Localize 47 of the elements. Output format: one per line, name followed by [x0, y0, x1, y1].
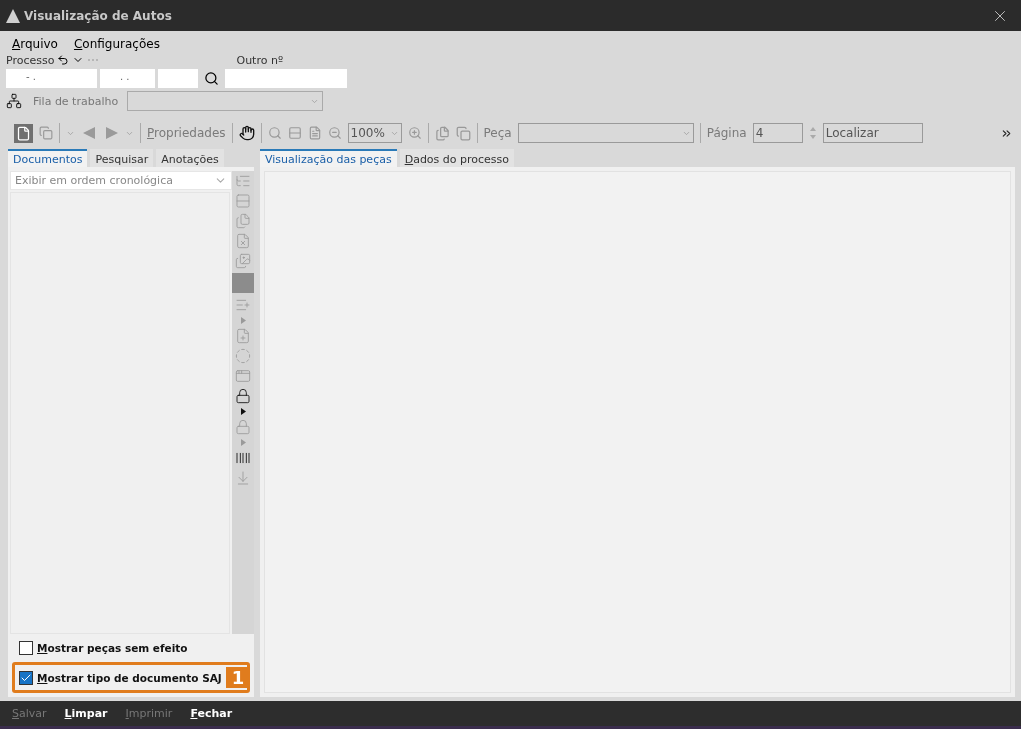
footer-button[interactable]: Fechar	[190, 707, 233, 720]
window-title: Visualização de Autos	[24, 8, 173, 23]
copy-icon[interactable]	[39, 126, 53, 140]
copy-icon[interactable]	[455, 125, 471, 141]
order-select[interactable]: Exibir em ordem cronológica	[10, 171, 232, 190]
expand-arrow-icon[interactable]	[240, 408, 246, 415]
view-tab[interactable]: Dados do processo	[399, 149, 515, 167]
workflow-icon	[6, 93, 22, 109]
other-number-label: Outro nº	[236, 53, 284, 67]
app-logo-icon	[6, 8, 20, 23]
checkbox[interactable]	[19, 670, 33, 685]
fit-page-icon[interactable]	[307, 126, 322, 140]
undo-icon[interactable]	[57, 54, 70, 66]
checkbox-label: Mostrar peças sem efeito	[37, 642, 188, 654]
zoom-out-icon[interactable]	[327, 126, 342, 140]
piece-label: Peça	[483, 126, 512, 140]
spinner-icon[interactable]	[808, 125, 817, 141]
other-number-field[interactable]	[225, 68, 347, 88]
zoom-select[interactable]: 100%	[347, 123, 402, 143]
next-icon	[103, 125, 119, 141]
zoom-in-icon[interactable]	[407, 126, 422, 140]
fit-width-icon[interactable]	[287, 126, 302, 140]
panel-tab[interactable]: Anotações	[156, 149, 224, 167]
search-icon[interactable]	[204, 70, 219, 86]
work-queue-label: Fila de trabalho	[33, 94, 119, 108]
find-field[interactable]: Localizar	[822, 123, 923, 143]
checkbox[interactable]	[19, 641, 33, 655]
panel-tab[interactable]: Documentos	[8, 149, 88, 167]
menu-item[interactable]: Arquivo	[12, 37, 58, 51]
process-number-field[interactable]: - .	[6, 68, 97, 88]
panel-tab[interactable]: Pesquisar	[90, 149, 154, 167]
checkbox-label: Mostrar tipo de documento SAJ	[37, 671, 222, 684]
lock-icon[interactable]	[235, 388, 251, 404]
hand-icon[interactable]	[238, 125, 255, 141]
process-label: Processo	[6, 53, 55, 67]
view-tab[interactable]: Visualização das peças	[260, 149, 397, 167]
process-number-field[interactable]: . .	[100, 68, 155, 88]
footer-button[interactable]: Limpar	[64, 707, 108, 720]
previous-icon	[81, 125, 97, 141]
page-field[interactable]: 4	[752, 123, 803, 143]
barcode-icon[interactable]	[235, 450, 251, 466]
document-tool[interactable]	[14, 123, 33, 143]
page-label: Página	[706, 126, 747, 140]
pages-icon[interactable]	[434, 125, 450, 141]
process-number-field[interactable]	[158, 68, 198, 88]
menu-item[interactable]: Configurações	[73, 37, 160, 51]
piece-select[interactable]	[517, 123, 694, 143]
